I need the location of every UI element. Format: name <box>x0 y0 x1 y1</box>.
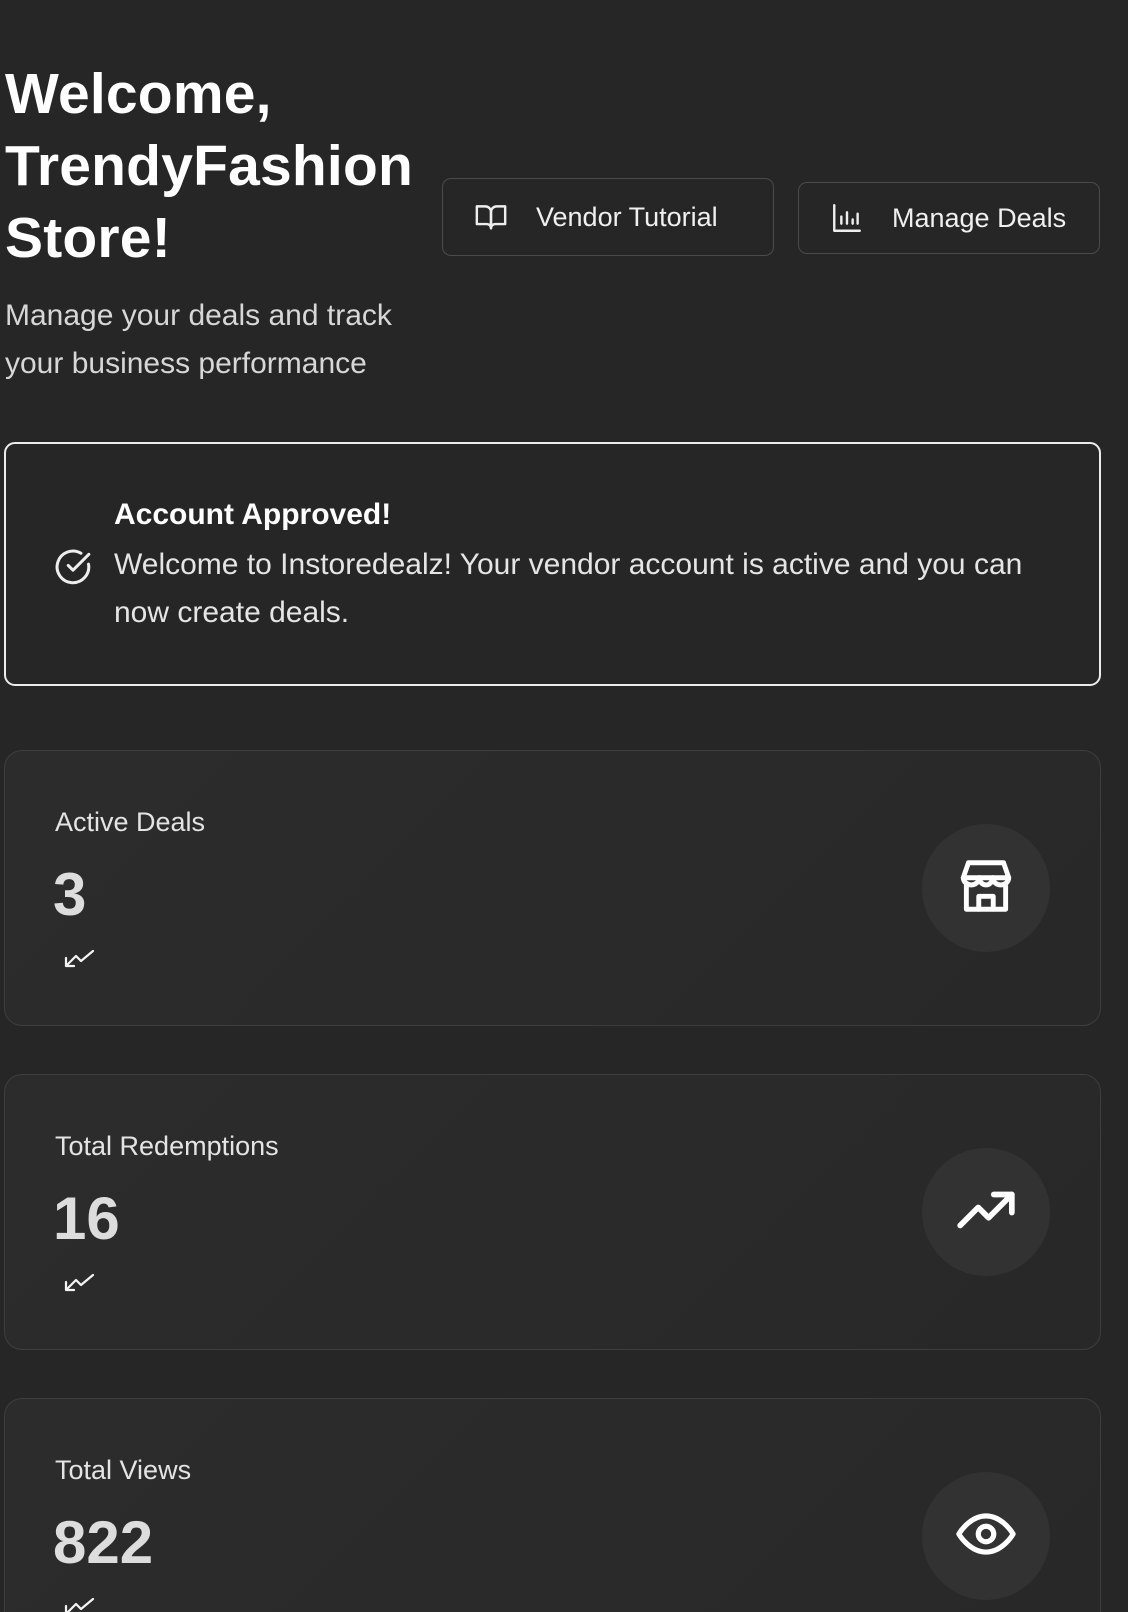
book-open-icon <box>474 200 508 234</box>
stat-badge <box>922 1472 1050 1600</box>
eye-icon <box>955 1503 1017 1570</box>
page-title: Welcome, TrendyFashion Store! <box>5 62 414 270</box>
check-circle-icon <box>54 548 92 586</box>
stat-value: 16 <box>53 1185 120 1252</box>
stat-card-active-deals: Active Deals 3 <box>4 750 1101 1026</box>
stat-label: Total Redemptions <box>55 1131 279 1161</box>
trend-icon <box>63 1271 97 1295</box>
vendor-tutorial-label: Vendor Tutorial <box>536 201 718 232</box>
stat-badge <box>922 824 1050 952</box>
trending-up-icon <box>955 1179 1017 1246</box>
stat-label: Total Views <box>55 1455 192 1485</box>
bar-chart-icon <box>830 201 864 235</box>
stat-card-total-redemptions: Total Redemptions 16 <box>4 1074 1101 1350</box>
store-icon <box>955 855 1017 922</box>
stat-value: 822 <box>53 1509 154 1576</box>
vendor-dashboard: Welcome, TrendyFashion Store! Manage you… <box>0 0 1128 1612</box>
stat-label: Active Deals <box>55 807 206 837</box>
dashboard-header: Welcome, TrendyFashion Store! Manage you… <box>5 58 1101 380</box>
page-subtitle: Manage your deals and track your busines… <box>5 299 392 380</box>
welcome-block: Welcome, TrendyFashion Store! Manage you… <box>5 58 425 388</box>
alert-message: Welcome to Instoredealz! Your vendor acc… <box>114 548 1023 629</box>
manage-deals-label: Manage Deals <box>892 202 1067 233</box>
stat-value: 3 <box>53 861 87 928</box>
stat-badge <box>922 1148 1050 1276</box>
manage-deals-button[interactable]: Manage Deals <box>798 182 1100 254</box>
stat-card-total-views: Total Views 822 <box>4 1398 1101 1612</box>
trend-icon <box>63 947 97 971</box>
account-approved-alert: Account Approved! Welcome to Instoredeal… <box>4 442 1101 686</box>
trend-icon <box>63 1595 97 1612</box>
vendor-tutorial-button[interactable]: Vendor Tutorial <box>442 178 774 256</box>
alert-title: Account Approved! <box>114 498 392 531</box>
